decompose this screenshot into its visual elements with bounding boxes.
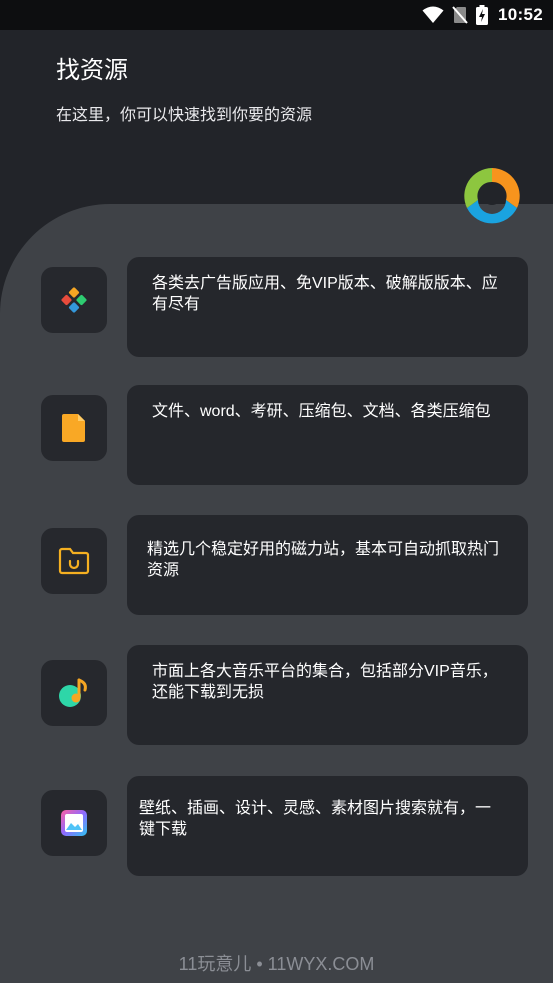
resource-card-magnet[interactable]: 精选几个稳定好用的磁力站，基本可自动抓取热门资源 — [127, 515, 528, 615]
music-icon-box — [41, 660, 107, 726]
music-icon — [59, 678, 87, 707]
document-icon-box — [41, 395, 107, 461]
footer-watermark: 11玩意儿 • 11WYX.COM — [178, 954, 375, 974]
resource-row-apps[interactable]: 各类去广告版应用、免VIP版本、破解版版本、应有尽有 — [41, 257, 528, 357]
page-title: 找资源 — [56, 57, 128, 84]
image-icon-box — [41, 790, 107, 856]
resource-card-music[interactable]: 市面上各大音乐平台的集合，包括部分VIP音乐，还能下载到无损 — [127, 645, 528, 745]
wifi-icon — [422, 6, 444, 23]
resource-row-magnet[interactable]: 精选几个稳定好用的磁力站，基本可自动抓取热门资源 — [41, 515, 528, 615]
status-time: 10:52 — [498, 5, 543, 24]
resource-card-apps[interactable]: 各类去广告版应用、免VIP版本、破解版版本、应有尽有 — [127, 257, 528, 357]
resource-row-documents[interactable]: 文件、word、考研、压缩包、文档、各类压缩包 — [41, 385, 528, 485]
battery-charging-icon — [476, 5, 489, 25]
image-icon — [61, 810, 87, 836]
folder-icon-box — [41, 528, 107, 594]
resource-card-documents[interactable]: 文件、word、考研、压缩包、文档、各类压缩包 — [127, 385, 528, 485]
folder-icon — [58, 547, 90, 575]
resource-card-images[interactable]: 壁纸、插画、设计、灵感、素材图片搜索就有，一键下载 — [127, 776, 528, 876]
logo-icon — [464, 168, 520, 224]
no-sim-icon — [452, 6, 468, 24]
resource-row-music[interactable]: 市面上各大音乐平台的集合，包括部分VIP音乐，还能下载到无损 — [41, 645, 528, 745]
status-icons: 10:52 — [422, 4, 543, 26]
apps-icon-box — [41, 267, 107, 333]
document-icon — [62, 414, 85, 442]
resource-row-images[interactable]: 壁纸、插画、设计、灵感、素材图片搜索就有，一键下载 — [41, 776, 528, 876]
apps-icon — [61, 287, 87, 313]
page-subtitle: 在这里，你可以快速找到你要的资源 — [56, 107, 313, 124]
status-bar: 10:52 — [0, 0, 553, 30]
